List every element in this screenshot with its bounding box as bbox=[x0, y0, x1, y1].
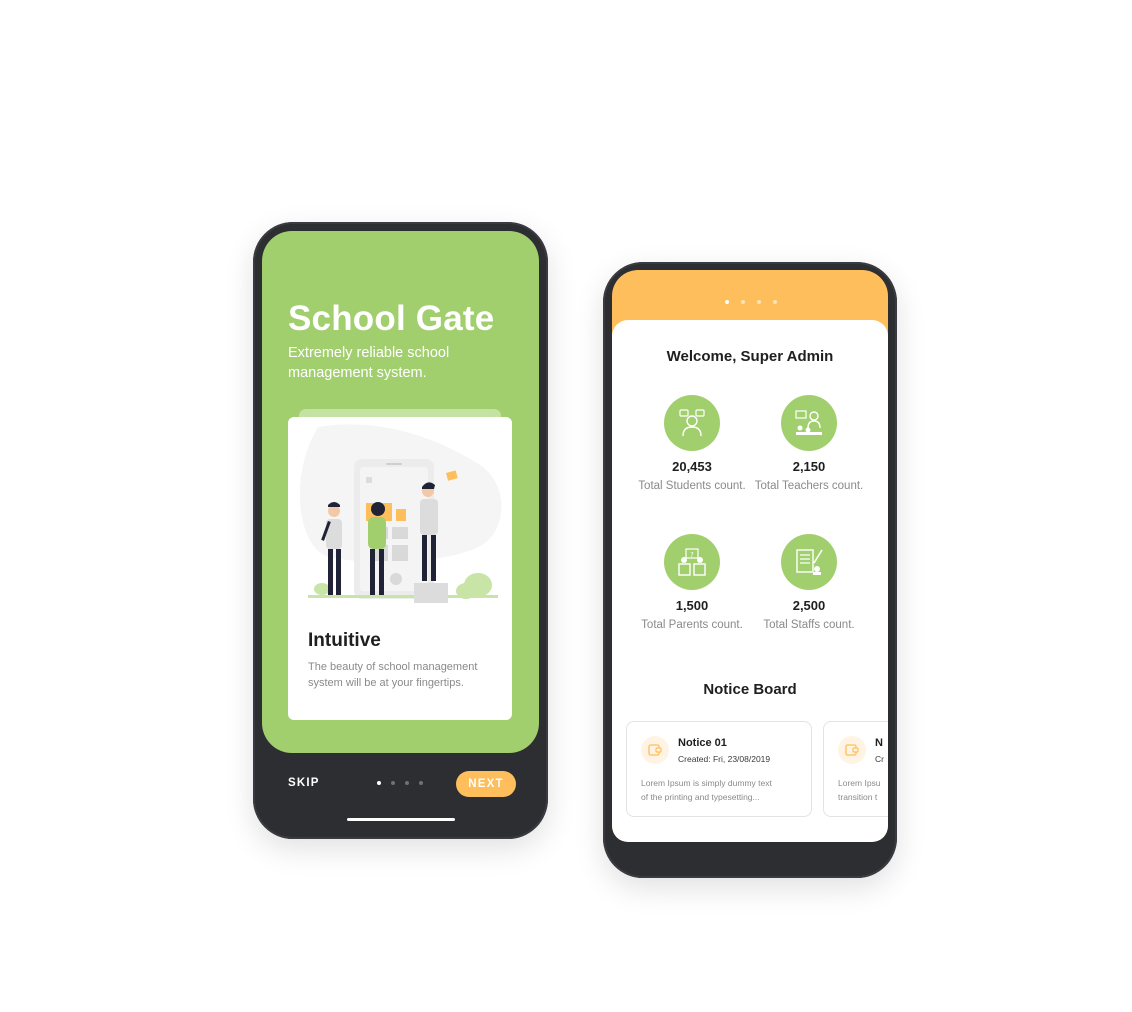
dashboard-dot-1[interactable] bbox=[725, 300, 729, 304]
notice-text-line: Lorem Ipsu bbox=[838, 778, 881, 788]
notice-text: Lorem Ipsu transition t bbox=[838, 777, 888, 804]
stat-label: Total Staffs count. bbox=[763, 619, 855, 631]
parents-icon: ? bbox=[664, 534, 720, 590]
stat-label: Total Parents count. bbox=[641, 619, 743, 631]
stat-label: Total Students count. bbox=[638, 480, 746, 492]
dashboard-content: Welcome, Super Admin 20,453 Total Studen… bbox=[612, 320, 888, 842]
app-subtitle: Extremely reliable school management sys… bbox=[288, 345, 450, 381]
stat-staffs[interactable]: 2,500 Total Staffs count. bbox=[754, 534, 864, 633]
home-indicator[interactable] bbox=[347, 818, 455, 821]
welcome-heading: Welcome, Super Admin bbox=[666, 348, 834, 365]
next-button[interactable]: NEXT bbox=[456, 771, 516, 797]
teacher-icon bbox=[781, 395, 837, 451]
onboarding-screen: School Gate Extremely reliable school ma… bbox=[262, 231, 539, 753]
stat-value: 2,500 bbox=[792, 598, 826, 613]
stat-parents[interactable]: ? 1,500 Total Parents count. bbox=[637, 534, 747, 633]
dashboard-dot-4[interactable] bbox=[773, 300, 777, 304]
notice-board-heading: Notice Board bbox=[703, 681, 797, 698]
notice-text-line: of the printing and typesetting... bbox=[641, 791, 760, 802]
notice-icon bbox=[641, 736, 669, 764]
page-dot-3[interactable] bbox=[405, 781, 409, 785]
skip-button[interactable]: SKIP bbox=[288, 777, 320, 789]
notice-date: Cr bbox=[875, 754, 884, 764]
notice-icon bbox=[838, 736, 866, 764]
stat-students[interactable]: 20,453 Total Students count. bbox=[637, 395, 747, 494]
stat-value: 20,453 bbox=[672, 459, 712, 474]
stat-value: 1,500 bbox=[675, 598, 709, 613]
dashboard-dot-3[interactable] bbox=[757, 300, 761, 304]
student-icon bbox=[664, 395, 720, 451]
stat-value: 2,150 bbox=[792, 459, 826, 474]
dashboard-page-indicator bbox=[725, 300, 789, 304]
page-dot-4[interactable] bbox=[419, 781, 423, 785]
dashboard-dot-2[interactable] bbox=[741, 300, 745, 304]
stat-teachers[interactable]: 2,150 Total Teachers count. bbox=[754, 395, 864, 494]
app-title: School Gate bbox=[288, 299, 495, 338]
dashboard-screen: Welcome, Super Admin 20,453 Total Studen… bbox=[612, 270, 888, 842]
onboarding-phone: School Gate Extremely reliable school ma… bbox=[253, 222, 548, 839]
notice-date: Created: Fri, 23/08/2019 bbox=[678, 754, 771, 764]
notice-title: N bbox=[875, 737, 883, 749]
notice-card[interactable]: N Cr Lorem Ipsu transition t bbox=[823, 721, 888, 817]
svg-text:?: ? bbox=[690, 551, 694, 559]
people-with-phone-illustration bbox=[299, 424, 502, 603]
notice-text-line: Lorem Ipsum is simply dummy text bbox=[641, 778, 772, 788]
stat-label: Total Teachers count. bbox=[754, 480, 864, 492]
notice-title: Notice 01 bbox=[678, 737, 727, 749]
page-indicator bbox=[377, 781, 433, 787]
notice-card[interactable]: Notice 01 Created: Fri, 23/08/2019 Lorem… bbox=[626, 721, 812, 817]
staff-icon bbox=[781, 534, 837, 590]
notice-text-line: transition t bbox=[838, 791, 878, 802]
notice-text: Lorem Ipsum is simply dummy text of the … bbox=[641, 777, 801, 804]
onboarding-card[interactable]: Intuitive The beauty of school managemen… bbox=[288, 417, 512, 720]
card-description: The beauty of school management system w… bbox=[308, 661, 478, 689]
dashboard-phone: Welcome, Super Admin 20,453 Total Studen… bbox=[603, 262, 897, 878]
page-dot-1[interactable] bbox=[377, 781, 381, 785]
page-dot-2[interactable] bbox=[391, 781, 395, 785]
card-title: Intuitive bbox=[308, 630, 381, 651]
